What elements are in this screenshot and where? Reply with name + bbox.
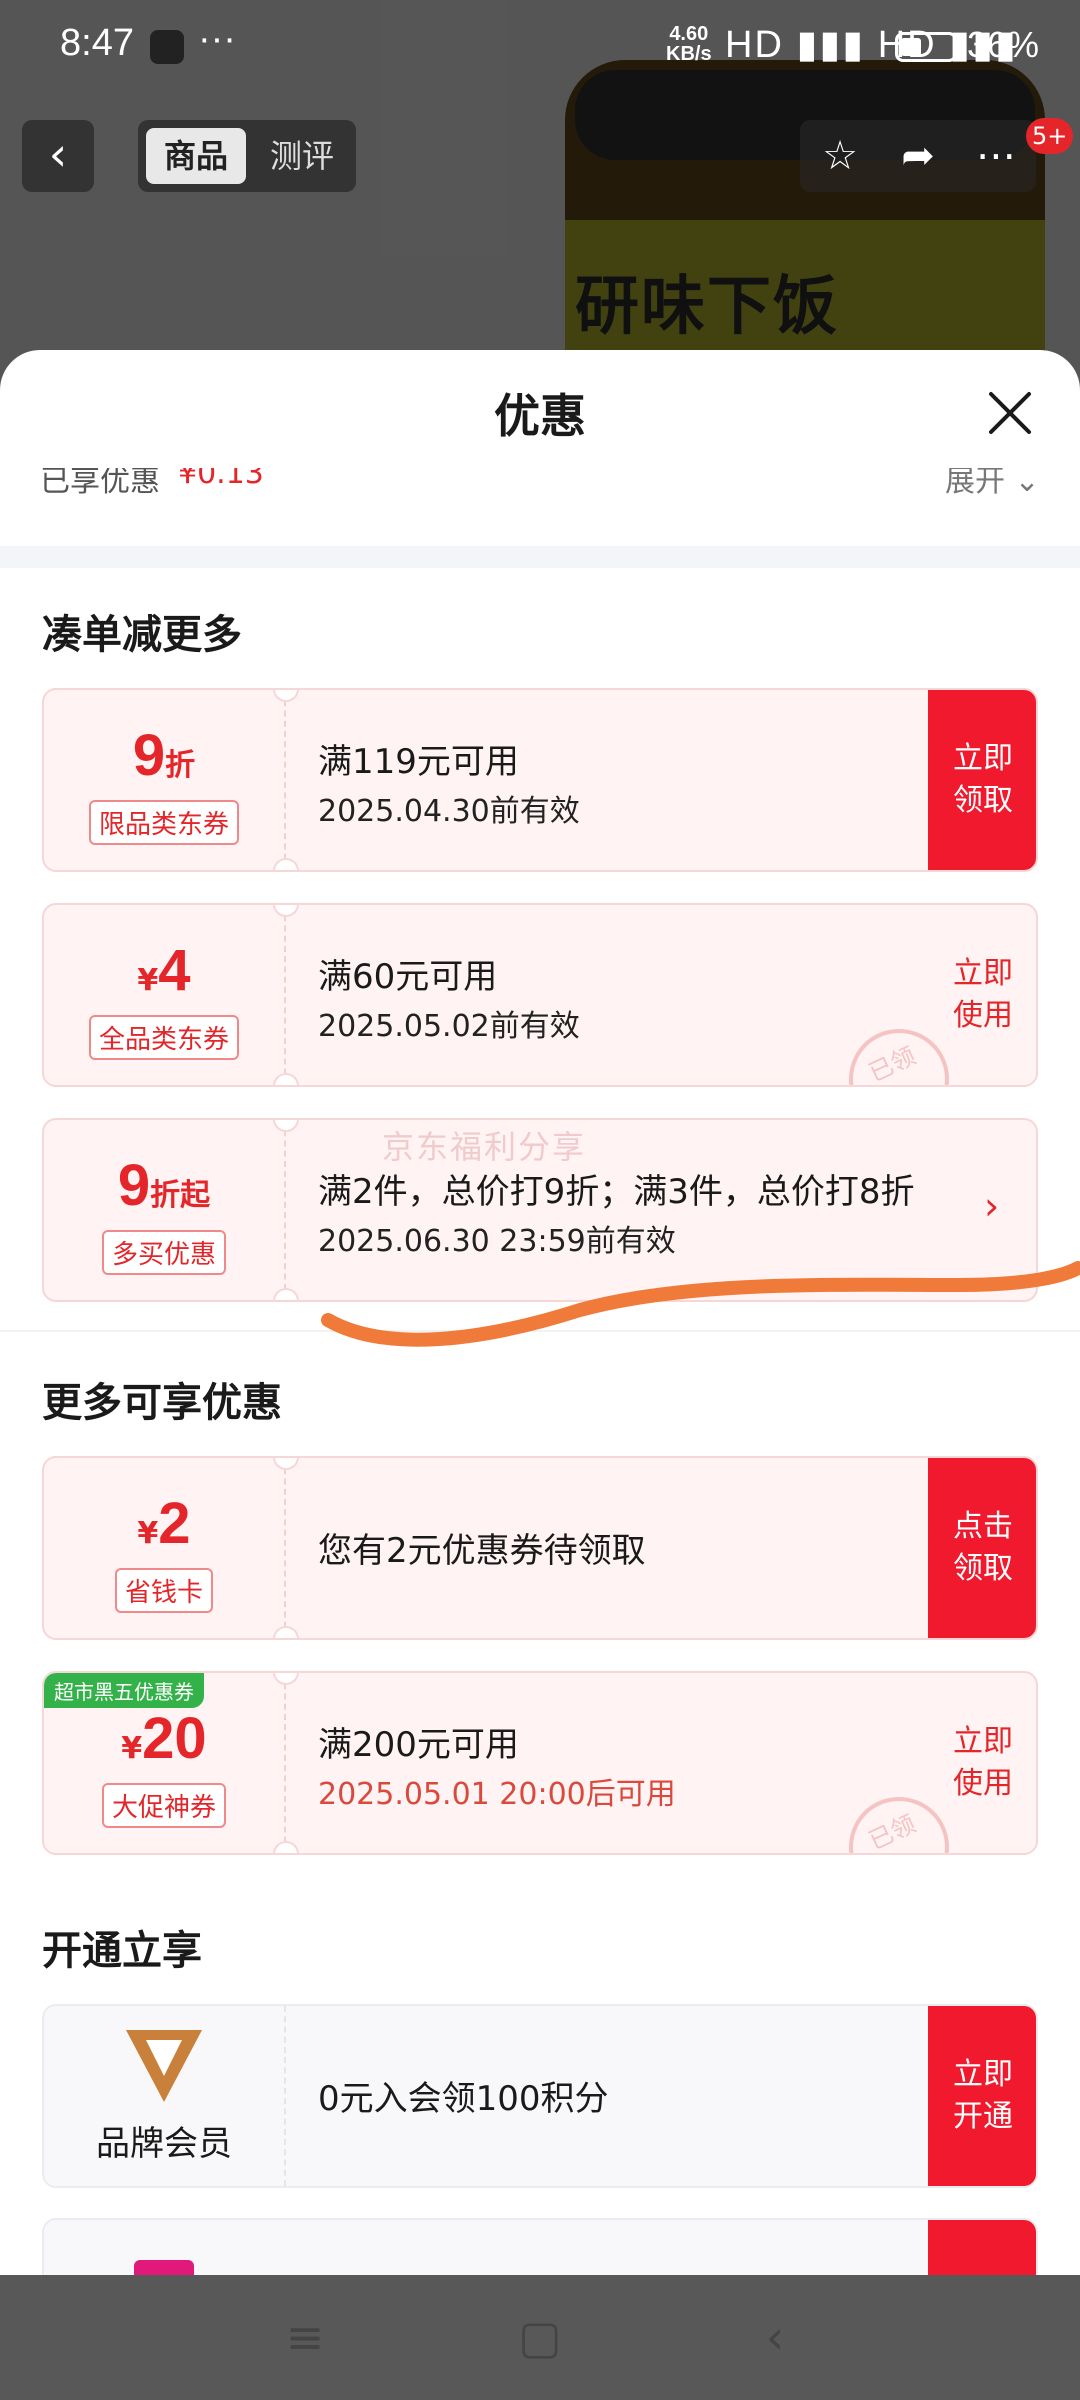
sheet-title: 优惠 [494, 389, 586, 443]
chevron-down-icon: ⌄ [1014, 468, 1040, 499]
enjoyed-value: ¥0.13 [178, 468, 264, 491]
expand-label: 展开 [945, 468, 1005, 499]
coupon-condition: 满200元可用 [318, 1725, 519, 1765]
coupon-validity: 2025.05.01 20:00后可用 [318, 1777, 676, 1812]
close-icon[interactable] [985, 388, 1035, 438]
share-icon[interactable]: ➦ [888, 126, 948, 186]
coupon-value: ¥2 省钱卡 [44, 1458, 284, 1638]
promo-corner-badge: 超市黑五优惠券 [44, 1673, 204, 1708]
claim-coupon-button[interactable]: 点击领取 [928, 1458, 1036, 1638]
coupon-value: 9折起 多买优惠 [44, 1120, 284, 1300]
coupon-condition: 满119元可用 [318, 742, 519, 782]
coupon-card[interactable]: ¥2 省钱卡 您有2元优惠券待领取 点击领取 [42, 1456, 1038, 1640]
coupon-value: ¥4 全品类东券 [44, 905, 284, 1085]
member-card[interactable] [42, 2218, 1038, 2275]
handwritten-annotation [321, 1261, 1080, 1347]
coupon-card[interactable]: 9折 限品类东券 满119元可用 2025.04.30前有效 立即领取 [42, 688, 1038, 872]
coupon-validity: 2025.06.30 23:59前有效 [318, 1224, 676, 1259]
coupon-amount: 9 [132, 723, 166, 788]
enjoyed-label: 已享优惠 [40, 468, 160, 499]
discount-sheet: 优惠 已享优惠 ¥0.13 展开 ⌄ 凑单减更多 9折 限品类东券 满119元可… [0, 350, 1080, 2275]
battery-icon [895, 32, 957, 62]
back-icon: ‹ [48, 127, 68, 181]
coupon-condition: 您有2元优惠券待领取 [318, 1531, 646, 1571]
claim-coupon-button[interactable]: 立即领取 [928, 690, 1036, 870]
section-heading: 开通立享 [42, 1928, 202, 1974]
back-button[interactable]: ‹ [22, 120, 94, 192]
battery-percent: 36% [967, 24, 1040, 65]
coupon-currency: ¥ [121, 1731, 143, 1766]
member-logo [134, 2260, 194, 2275]
coupon-currency: ¥ [137, 1516, 159, 1551]
product-actions: ☆ ➦ ⋯ [800, 120, 1036, 192]
coupon-condition: 满60元可用 [318, 957, 498, 997]
coupon-unit: 折起 [150, 1178, 211, 1213]
star-icon[interactable]: ☆ [810, 126, 870, 186]
status-bar: 8:47 ··· 4.60 KB/s HD ▮▮▮ HD ▮▮▮ 36% [0, 0, 1080, 92]
coupon-amount: 2 [158, 1491, 191, 1556]
expand-button[interactable]: 展开 ⌄ [945, 468, 1040, 500]
tab-goods[interactable]: 商品 [146, 128, 246, 184]
watermark: 京东福利分享 [382, 1128, 587, 1166]
member-label: 品牌会员 [96, 2124, 232, 2164]
coupon-tag: 多买优惠 [101, 1230, 227, 1275]
join-member-button[interactable]: 立即开通 [928, 2006, 1036, 2186]
coupon-condition: 满2件，总价打9折；满3件，总价打8折 [318, 1172, 915, 1212]
coupon-tag: 大促神券 [101, 1783, 227, 1828]
tab-review[interactable]: 测评 [254, 128, 350, 184]
coupon-card[interactable]: ¥20 大促神券 超市黑五优惠券 满200元可用 2025.05.01 20:0… [42, 1671, 1038, 1855]
section-divider [0, 546, 1080, 568]
more-icon[interactable]: ⋯ [966, 126, 1026, 186]
system-nav-bar: ≡ ▢ ‹ [0, 2275, 1080, 2400]
recorder-app-icon [150, 30, 184, 64]
use-coupon-button[interactable]: 立即使用 [928, 905, 1036, 1085]
coupon-amount: 4 [158, 938, 191, 1003]
use-coupon-button[interactable]: 立即使用 [928, 1673, 1036, 1853]
member-card[interactable]: 品牌会员 0元入会领100积分 立即开通 [42, 2004, 1038, 2188]
section-heading: 凑单减更多 [42, 612, 242, 658]
network-speed: 4.60 KB/s [666, 23, 712, 65]
notification-badge: 5+ [1026, 118, 1074, 154]
join-member-button[interactable] [928, 2220, 1036, 2275]
coupon-card[interactable]: ¥4 全品类东券 满60元可用 2025.05.02前有效 已领 立即使用 [42, 903, 1038, 1087]
coupon-value: 9折 限品类东券 [44, 690, 284, 870]
home-icon[interactable]: ▢ [510, 2307, 570, 2367]
coupon-validity: 2025.05.02前有效 [318, 1009, 580, 1044]
coupon-tag: 省钱卡 [114, 1568, 214, 1613]
coupon-validity: 2025.04.30前有效 [318, 794, 580, 829]
status-more-dots: ··· [198, 18, 236, 60]
member-benefit: 0元入会领100积分 [318, 2079, 609, 2119]
section-heading: 更多可享优惠 [42, 1380, 282, 1426]
coupon-tag: 限品类东券 [88, 800, 240, 845]
coupon-tag: 全品类东券 [88, 1015, 240, 1060]
coupon-amount: 9 [117, 1153, 151, 1218]
product-tabs: 商品 测评 [138, 120, 356, 192]
chevron-right-icon[interactable]: › [984, 1184, 999, 1228]
coupon-unit: 折 [165, 748, 196, 783]
brand-member-logo [126, 2030, 202, 2102]
coupon-currency: ¥ [137, 963, 159, 998]
coupon-amount: 20 [142, 1706, 207, 1771]
menu-icon[interactable]: ≡ [275, 2307, 335, 2367]
status-time: 8:47 [60, 22, 134, 64]
nav-back-icon[interactable]: ‹ [745, 2307, 805, 2367]
enjoyed-discount-row: 已享优惠 ¥0.13 展开 ⌄ [40, 468, 1040, 508]
